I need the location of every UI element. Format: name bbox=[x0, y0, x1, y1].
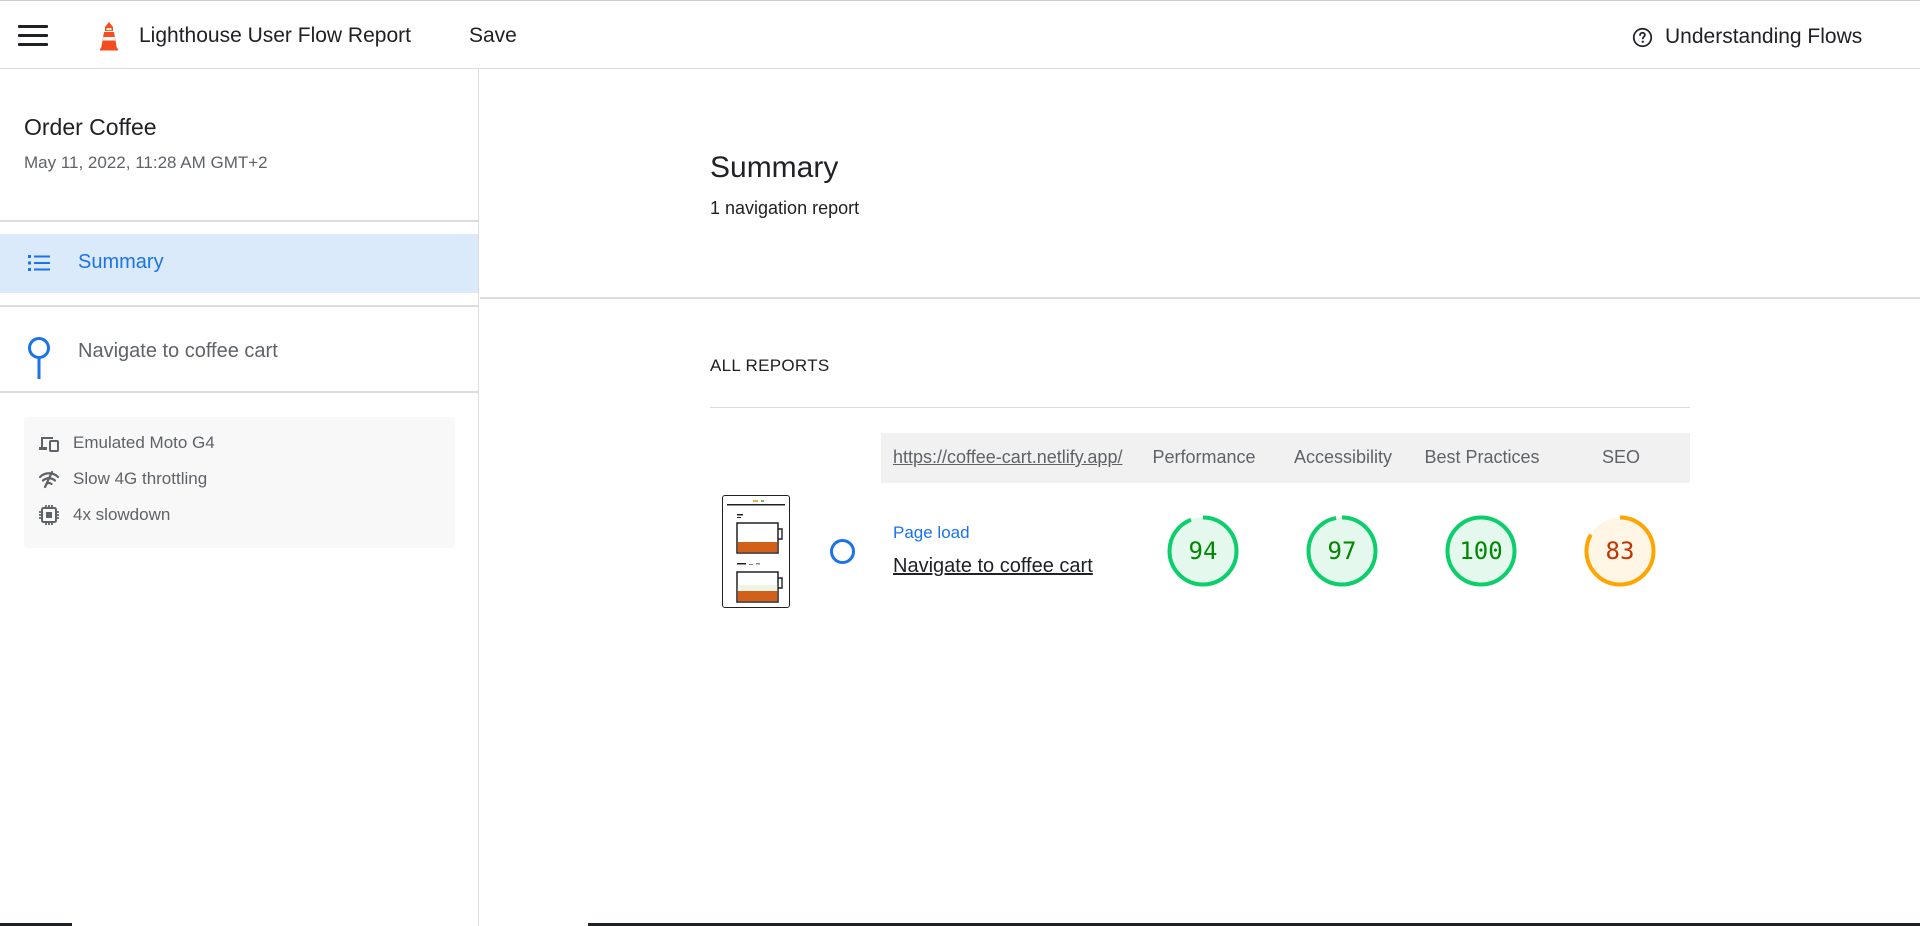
report-name-link[interactable]: Navigate to coffee cart bbox=[893, 555, 1093, 578]
understanding-flows-link[interactable]: Understanding Flows bbox=[1632, 24, 1862, 50]
list-icon bbox=[28, 255, 50, 271]
score-value: 94 bbox=[1188, 537, 1218, 565]
sidebar-item-navigate-to-coffee-cart[interactable]: Navigate to coffee cart bbox=[0, 306, 478, 391]
navigation-step-icon bbox=[28, 337, 50, 379]
page-subtitle: 1 navigation report bbox=[710, 198, 860, 218]
divider bbox=[0, 391, 479, 393]
score-gauge-accessibility[interactable]: 97 bbox=[1305, 514, 1379, 588]
report-type-label: Page load bbox=[893, 523, 970, 542]
score-gauge-seo[interactable]: 83 bbox=[1583, 514, 1657, 588]
sidebar-item-label: Summary bbox=[78, 251, 164, 273]
score-value: 100 bbox=[1459, 537, 1503, 565]
hamburger-menu-icon[interactable] bbox=[18, 25, 48, 47]
help-circle-icon bbox=[1632, 27, 1653, 47]
score-gauge-performance[interactable]: 94 bbox=[1166, 514, 1240, 588]
report-url-link[interactable]: https://coffee-cart.netlify.app/ bbox=[893, 447, 1122, 468]
env-device: Emulated Moto G4 bbox=[38, 431, 215, 455]
env-device-label: Emulated Moto G4 bbox=[73, 433, 215, 452]
flow-date: May 11, 2022, 11:28 AM GMT+2 bbox=[24, 153, 268, 172]
sidebar-item-summary[interactable]: Summary bbox=[0, 234, 478, 293]
score-value: 97 bbox=[1327, 537, 1357, 565]
column-header-best-practices: Best Practices bbox=[1424, 447, 1540, 467]
sidebar: Order Coffee May 11, 2022, 11:28 AM GMT+… bbox=[0, 69, 479, 926]
lighthouse-logo-icon bbox=[100, 22, 118, 51]
page-screenshot bbox=[727, 500, 785, 603]
environment-info: Emulated Moto G4 Slow 4G throttling 4x s… bbox=[24, 417, 455, 548]
score-value: 83 bbox=[1605, 537, 1635, 565]
env-network-label: Slow 4G throttling bbox=[73, 469, 208, 488]
network-icon bbox=[38, 470, 60, 489]
understanding-flows-label: Understanding Flows bbox=[1665, 25, 1863, 48]
sidebar-item-label: Navigate to coffee cart bbox=[78, 340, 278, 362]
env-cpu-label: 4x slowdown bbox=[73, 505, 171, 524]
divider bbox=[480, 297, 1920, 299]
top-bar: Lighthouse User Flow Report Save Underst… bbox=[0, 0, 1920, 69]
page-title: Summary bbox=[710, 151, 839, 184]
divider bbox=[710, 407, 1690, 408]
report-screenshot-thumbnail[interactable] bbox=[722, 495, 790, 608]
save-button[interactable]: Save bbox=[469, 24, 517, 48]
app-title: Lighthouse User Flow Report bbox=[139, 24, 411, 47]
env-cpu: 4x slowdown bbox=[38, 503, 170, 527]
env-network: Slow 4G throttling bbox=[38, 467, 207, 491]
table-header: https://coffee-cart.netlify.app/ Perform… bbox=[881, 433, 1690, 483]
column-header-seo: SEO bbox=[1601, 447, 1640, 467]
score-gauge-best-practices[interactable]: 100 bbox=[1444, 514, 1518, 588]
section-heading: ALL REPORTS bbox=[710, 356, 830, 375]
cpu-icon bbox=[39, 505, 59, 525]
flow-title: Order Coffee bbox=[24, 114, 157, 140]
main-content: Summary 1 navigation report ALL REPORTS … bbox=[480, 69, 1920, 926]
devices-icon bbox=[39, 437, 59, 452]
step-marker-icon bbox=[830, 539, 855, 564]
column-header-accessibility: Accessibility bbox=[1293, 447, 1393, 467]
column-header-performance: Performance bbox=[1152, 447, 1256, 467]
divider bbox=[0, 220, 479, 222]
